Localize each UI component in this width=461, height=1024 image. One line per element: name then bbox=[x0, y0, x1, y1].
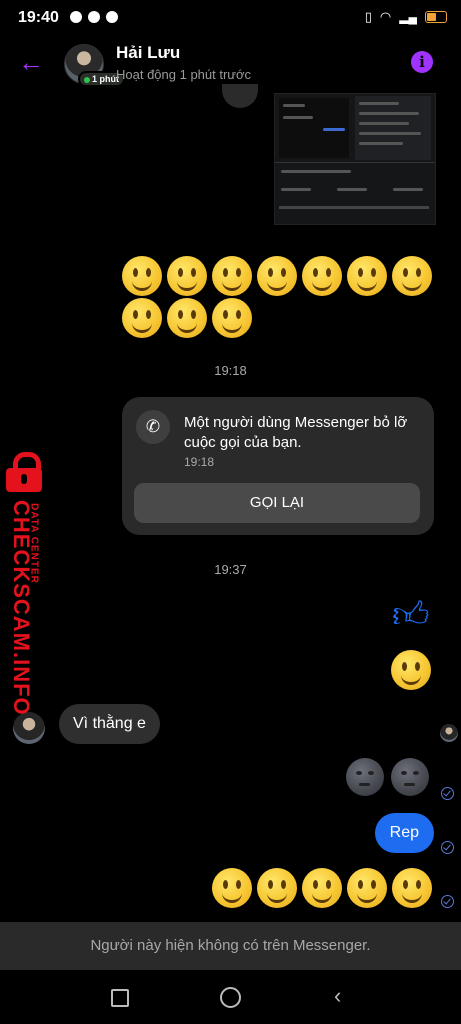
smile-emoji bbox=[212, 298, 252, 338]
missed-call-card: ✆ Một người dùng Messenger bỏ lỡ cuộc gọ… bbox=[122, 397, 434, 535]
wifi-icon: ◠ bbox=[379, 9, 392, 24]
shared-screenshot-image[interactable] bbox=[274, 93, 436, 225]
signal-icon: ▂▄ bbox=[399, 10, 417, 24]
active-badge-label: 1 phút bbox=[92, 74, 119, 84]
sender-avatar[interactable] bbox=[13, 712, 45, 744]
timestamp: 19:37 bbox=[214, 562, 247, 577]
missed-call-time: 19:18 bbox=[184, 455, 215, 469]
active-status: Hoạt động 1 phút trước bbox=[116, 67, 252, 82]
smile-emoji bbox=[392, 868, 432, 908]
battery-icon bbox=[425, 11, 447, 23]
call-back-button[interactable]: GỌI LẠI bbox=[134, 483, 420, 523]
unavailable-banner: Người này hiện không có trên Messenger. bbox=[0, 922, 461, 970]
status-bar: 19:40 ▯ ◠ ▂▄ bbox=[0, 0, 461, 36]
online-dot-icon bbox=[84, 76, 90, 83]
moon-emoji bbox=[391, 758, 429, 796]
app-notification-icon bbox=[106, 11, 118, 23]
smile-emoji bbox=[302, 256, 342, 296]
smile-emoji bbox=[257, 256, 297, 296]
outgoing-message[interactable]: Rep bbox=[374, 813, 434, 853]
smile-emoji bbox=[212, 868, 252, 908]
status-right: ▯ ◠ ▂▄ bbox=[365, 9, 447, 25]
sent-check-icon bbox=[441, 895, 454, 908]
nav-back-icon[interactable]: ‹ bbox=[334, 984, 341, 1008]
smile-emoji bbox=[347, 868, 387, 908]
moon-emoji bbox=[346, 758, 384, 796]
status-time: 19:40 bbox=[18, 9, 59, 26]
cloud-icon bbox=[88, 11, 100, 23]
lock-logo-icon bbox=[3, 452, 47, 492]
smile-emoji bbox=[167, 256, 207, 296]
sent-check-icon bbox=[441, 841, 454, 854]
smile-emoji bbox=[122, 298, 162, 338]
recents-icon[interactable] bbox=[111, 989, 129, 1007]
smile-emoji bbox=[122, 256, 162, 296]
incoming-message[interactable]: Vì thằng e bbox=[59, 704, 160, 744]
timestamp: 19:18 bbox=[214, 363, 247, 378]
smile-emoji bbox=[167, 298, 207, 338]
smile-emoji bbox=[391, 650, 431, 690]
missed-call-text: Một người dùng Messenger bỏ lỡ cuộc gọi … bbox=[184, 414, 408, 451]
smile-emoji bbox=[212, 256, 252, 296]
smile-emoji bbox=[392, 256, 432, 296]
sent-check-icon bbox=[441, 787, 454, 800]
smile-emoji bbox=[347, 256, 387, 296]
camera-icon bbox=[222, 84, 258, 108]
contact-name[interactable]: Hải Lưu bbox=[116, 43, 180, 63]
watermark-brand: CHECKSCAM.INFO bbox=[9, 500, 34, 716]
notification-icons bbox=[70, 11, 118, 23]
thumbs-up-icon: 👍︎ bbox=[392, 594, 430, 635]
missed-call-icon: ✆ bbox=[136, 410, 170, 444]
vibrate-icon: ▯ bbox=[364, 9, 372, 24]
home-icon[interactable] bbox=[220, 987, 241, 1008]
chat-notification-icon bbox=[70, 11, 82, 23]
info-icon[interactable]: i bbox=[411, 51, 433, 73]
smile-emoji bbox=[257, 868, 297, 908]
back-arrow-icon[interactable]: ← bbox=[18, 49, 44, 75]
seen-avatar bbox=[440, 724, 458, 742]
smile-emoji bbox=[302, 868, 342, 908]
